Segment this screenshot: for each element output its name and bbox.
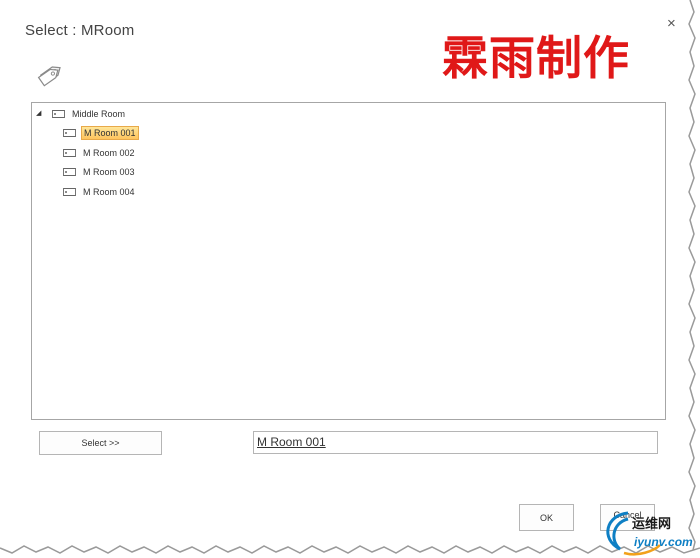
tag-icon xyxy=(63,188,76,196)
select-dialog: Select : MRoom × 霖雨制作 ◢ Middle Room M Ro… xyxy=(0,0,686,542)
collapse-triangle-icon[interactable]: ◢ xyxy=(36,110,44,118)
watermark-text: 霖雨制作 xyxy=(442,31,630,85)
tree-node-label-selected: M Room 001 xyxy=(81,126,139,140)
selected-value-text: M Room 001 xyxy=(257,435,326,449)
close-icon[interactable]: × xyxy=(667,16,676,31)
logo-text-en: iyunv.com xyxy=(634,535,693,549)
tree-node-label: M Room 004 xyxy=(83,187,135,197)
tag-icon xyxy=(63,149,76,157)
site-logo: 运维网 iyunv.com xyxy=(598,505,696,557)
torn-edge-right xyxy=(688,0,700,558)
select-button[interactable]: Select >> xyxy=(39,431,162,455)
tag-icon xyxy=(63,129,76,137)
tree-node-label: M Room 003 xyxy=(83,167,135,177)
tree-view[interactable]: ◢ Middle Room M Room 001 M Room 002 M Ro… xyxy=(31,102,666,420)
tree-node-child[interactable]: M Room 002 xyxy=(63,145,137,161)
tag-icon xyxy=(52,110,65,118)
ok-button[interactable]: OK xyxy=(519,504,574,531)
screenshot-canvas: Select : MRoom × 霖雨制作 ◢ Middle Room M Ro… xyxy=(0,0,700,558)
tree-node-label: M Room 002 xyxy=(83,148,135,158)
selected-value-field[interactable]: M Room 001 xyxy=(253,431,658,454)
tag-icon xyxy=(37,66,61,87)
tree-node-root[interactable]: ◢ Middle Room xyxy=(36,106,127,122)
tree-node-label: Middle Room xyxy=(72,109,126,119)
tree-node-child[interactable]: M Room 004 xyxy=(63,184,137,200)
tree-node-child[interactable]: M Room 001 xyxy=(63,125,139,141)
tag-icon xyxy=(63,168,76,176)
torn-edge-bottom xyxy=(0,545,700,558)
dialog-title: Select : MRoom xyxy=(25,22,135,39)
tree-node-child[interactable]: M Room 003 xyxy=(63,164,137,180)
logo-text-cn: 运维网 xyxy=(632,517,672,532)
